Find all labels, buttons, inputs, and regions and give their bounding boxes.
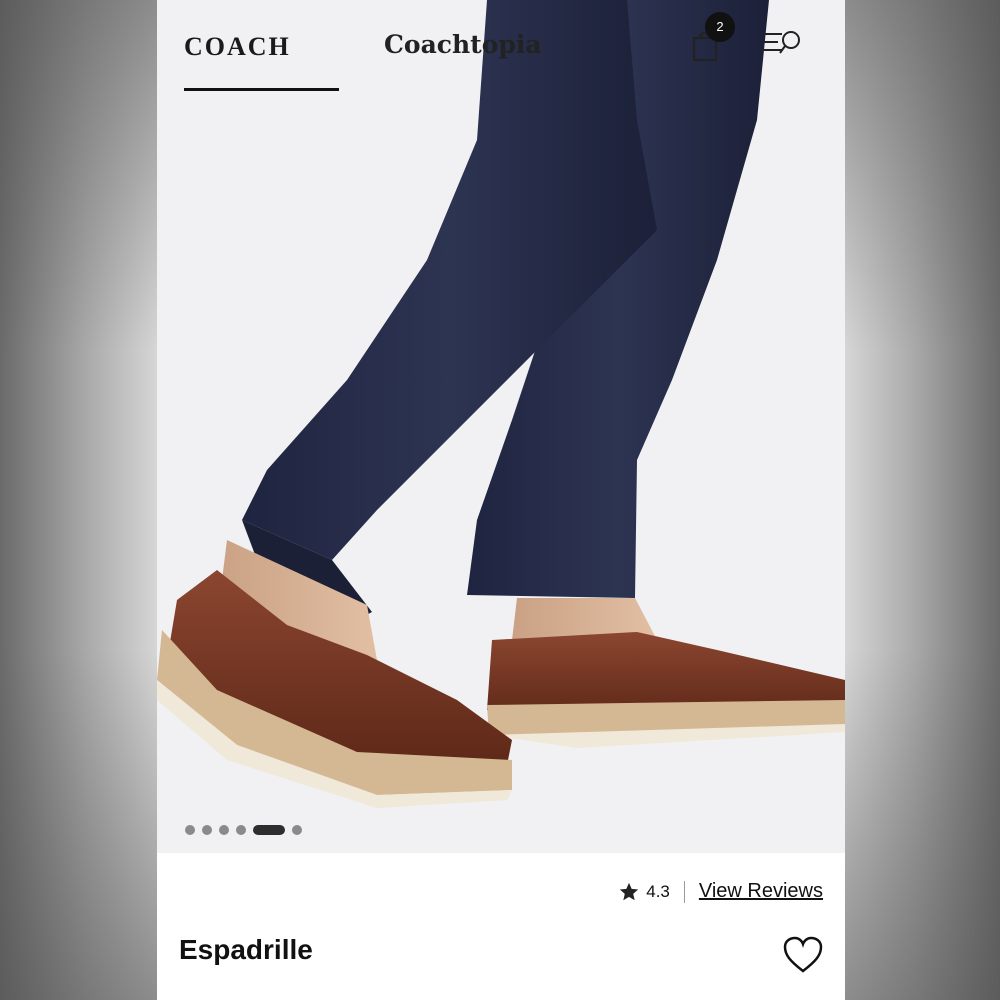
carousel-dot[interactable] — [236, 825, 246, 835]
carousel-dot-active[interactable] — [253, 825, 285, 835]
menu-search-icon[interactable] — [762, 28, 804, 60]
view-reviews-link[interactable]: View Reviews — [699, 880, 823, 903]
carousel-dot[interactable] — [185, 825, 195, 835]
product-title: Espadrille — [179, 934, 313, 965]
cart-count-badge: 2 — [705, 12, 735, 42]
rating-value: 4.3 — [646, 881, 670, 901]
tab-coachtopia[interactable]: Coachtopia — [384, 30, 542, 59]
divider — [683, 880, 685, 903]
brand-logo[interactable]: COACH — [184, 32, 291, 62]
star-icon — [620, 882, 639, 900]
product-page: COACH Coachtopia 2 4.3 View Reviews Espa… — [157, 0, 845, 1000]
carousel-dot[interactable] — [202, 825, 212, 835]
active-tab-indicator — [184, 88, 339, 91]
heart-icon[interactable] — [782, 935, 824, 975]
carousel-indicator — [185, 825, 302, 835]
rating-row: 4.3 View Reviews — [618, 880, 823, 903]
carousel-dot[interactable] — [292, 825, 302, 835]
product-image[interactable]: COACH Coachtopia 2 — [157, 0, 845, 853]
carousel-dot[interactable] — [219, 825, 229, 835]
